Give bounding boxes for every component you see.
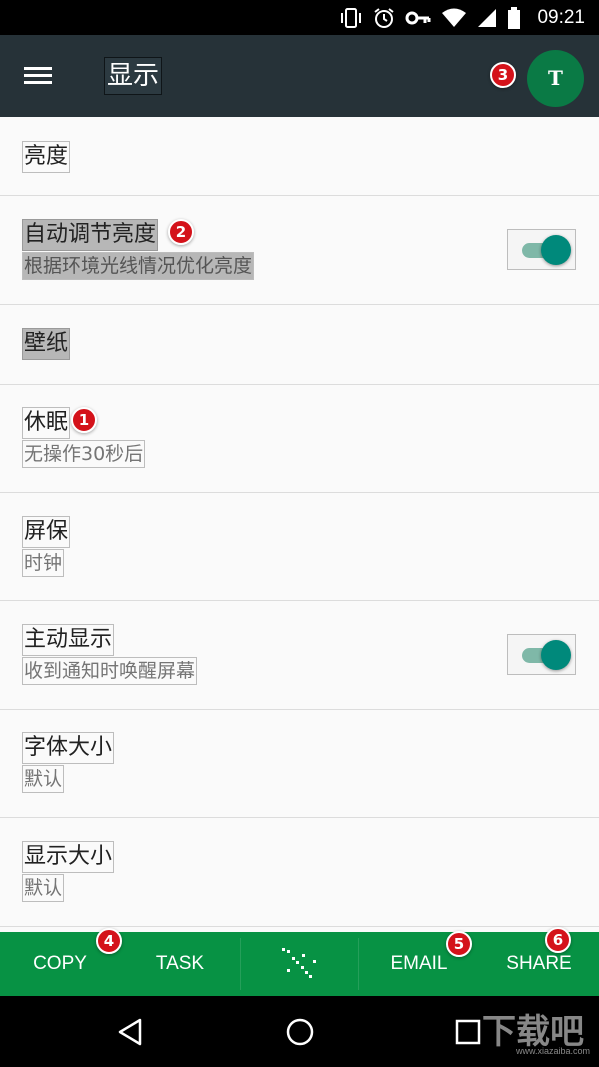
setting-title: 屏保 (22, 516, 71, 548)
setting-subtitle: 无操作30秒后 (22, 440, 146, 468)
setting-display-size[interactable]: 显示大小 默认 (0, 818, 599, 927)
setting-brightness[interactable]: 亮度 (0, 117, 599, 196)
setting-ambient-display[interactable]: 主动显示 收到通知时唤醒屏幕 (0, 601, 599, 710)
annotation-badge-5: 5 (446, 931, 472, 957)
alarm-icon (373, 7, 395, 29)
status-icons: 09:21 (339, 0, 585, 35)
annotation-badge-6: 6 (545, 927, 571, 953)
drag-dots-icon[interactable] (241, 932, 358, 996)
setting-subtitle: 根据环境光线情况优化亮度 (22, 252, 255, 280)
setting-sleep[interactable]: 休眠 无操作30秒后 (0, 385, 599, 493)
signal-icon (477, 8, 497, 28)
wifi-icon (441, 8, 467, 28)
home-icon[interactable] (270, 996, 330, 1067)
setting-title: 显示大小 (22, 841, 115, 873)
status-time: 09:21 (537, 6, 585, 28)
setting-screensaver[interactable]: 屏保 时钟 (0, 493, 599, 601)
setting-wallpaper[interactable]: 壁纸 (0, 305, 599, 385)
menu-icon[interactable] (22, 61, 60, 91)
setting-title: 主动显示 (22, 624, 115, 656)
watermark: 下载吧 www.xiazaiba.com (478, 1000, 598, 1066)
setting-subtitle: 默认 (22, 874, 65, 902)
action-bar: COPY TASK EMAIL SHARE (0, 932, 599, 996)
status-bar: 09:21 (0, 0, 599, 35)
task-button[interactable]: TASK (120, 932, 240, 996)
avatar[interactable]: T (527, 50, 584, 107)
annotation-badge-1: 1 (71, 407, 97, 433)
vpn-key-icon (405, 10, 431, 26)
page-title: 显示 (104, 57, 163, 95)
annotation-badge-4: 4 (96, 928, 122, 954)
setting-title: 休眠 (22, 407, 71, 439)
annotation-badge-3: 3 (490, 62, 516, 88)
setting-subtitle: 时钟 (22, 549, 65, 577)
watermark-url: www.xiazaiba.com (516, 1046, 591, 1056)
setting-auto-brightness[interactable]: 自动调节亮度 根据环境光线情况优化亮度 (0, 196, 599, 305)
share-button[interactable]: SHARE (479, 932, 599, 996)
setting-font-size[interactable]: 字体大小 默认 (0, 710, 599, 818)
setting-title: 字体大小 (22, 732, 115, 764)
setting-subtitle: 收到通知时唤醒屏幕 (22, 657, 198, 685)
vibrate-icon (339, 7, 363, 28)
setting-title: 壁纸 (22, 328, 71, 360)
battery-icon (507, 6, 521, 29)
setting-title: 自动调节亮度 (22, 219, 159, 251)
setting-title: 亮度 (22, 141, 71, 173)
annotation-badge-2: 2 (168, 219, 194, 245)
ambient-display-toggle[interactable] (507, 634, 576, 675)
setting-subtitle: 默认 (22, 765, 65, 793)
back-icon[interactable] (100, 996, 160, 1067)
auto-brightness-toggle[interactable] (507, 229, 576, 270)
